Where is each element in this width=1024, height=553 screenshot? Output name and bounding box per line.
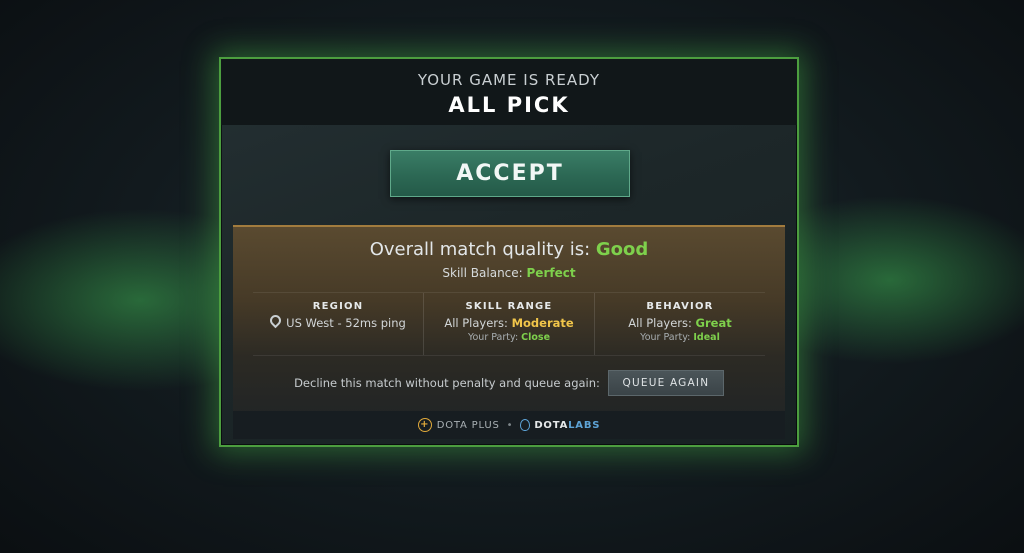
decline-text: Decline this match without penalty and q… [294, 376, 600, 390]
dialog-header: YOUR GAME IS READY ALL PICK [221, 59, 797, 125]
behavior-title: BEHAVIOR [646, 301, 714, 312]
dota-labs-label[interactable]: DOTALABS [534, 420, 600, 431]
skill-range-stat: SKILL RANGE All Players: Moderate Your P… [423, 293, 594, 355]
dota-labs-accent: LABS [568, 419, 601, 431]
region-stat: REGION US West - 52ms ping [253, 293, 423, 355]
skill-all-players-value: Moderate [511, 316, 574, 330]
decline-row: Decline this match without penalty and q… [233, 370, 785, 396]
match-quality-value: Good [595, 239, 649, 260]
footer-bar: + DOTA PLUS • DOTALABS [233, 411, 785, 439]
dota-plus-label[interactable]: DOTA PLUS [437, 420, 500, 431]
dota-labs-icon [520, 419, 531, 431]
footer-separator: • [506, 419, 514, 431]
game-ready-subtitle: YOUR GAME IS READY [417, 71, 601, 89]
match-quality-panel: Overall match quality is: Good Skill Bal… [233, 225, 785, 439]
match-quality-prefix: Overall match quality is: [369, 239, 596, 260]
skill-balance-line: Skill Balance: Perfect [233, 266, 785, 280]
match-quality-line: Overall match quality is: Good [233, 239, 785, 260]
behavior-all-players-prefix: All Players: [628, 316, 696, 330]
accept-button[interactable]: ACCEPT [390, 150, 630, 197]
skill-your-party-prefix: Your Party: [467, 332, 522, 343]
skill-your-party-line: Your Party: Close [424, 332, 594, 343]
match-stats-row: REGION US West - 52ms ping SKILL RANGE A… [253, 292, 765, 356]
location-pin-icon [267, 312, 284, 329]
skill-all-players-line: All Players: Moderate [424, 316, 594, 330]
skill-balance-value: Perfect [526, 266, 576, 280]
behavior-your-party-line: Your Party: Ideal [595, 332, 765, 343]
dota-plus-icon: + [417, 418, 432, 432]
behavior-stat: BEHAVIOR All Players: Great Your Party: … [594, 293, 765, 355]
region-value-line: US West - 52ms ping [253, 312, 423, 330]
game-mode-title: ALL PICK [448, 93, 570, 117]
region-value: US West - 52ms ping [286, 316, 406, 330]
behavior-all-players-value: Great [695, 316, 732, 330]
behavior-your-party-prefix: Your Party: [640, 332, 694, 343]
skill-your-party-value: Close [521, 332, 551, 343]
region-title: REGION [312, 301, 364, 312]
skill-balance-prefix: Skill Balance: [442, 266, 527, 280]
match-ready-dialog: YOUR GAME IS READY ALL PICK ACCEPT Overa… [219, 57, 799, 447]
dota-labs-brand: DOTA [534, 419, 569, 431]
skill-all-players-prefix: All Players: [444, 316, 512, 330]
queue-again-button[interactable]: QUEUE AGAIN [607, 370, 724, 396]
behavior-all-players-line: All Players: Great [595, 316, 765, 330]
skill-range-title: SKILL RANGE [465, 301, 553, 312]
behavior-your-party-value: Ideal [693, 332, 720, 343]
